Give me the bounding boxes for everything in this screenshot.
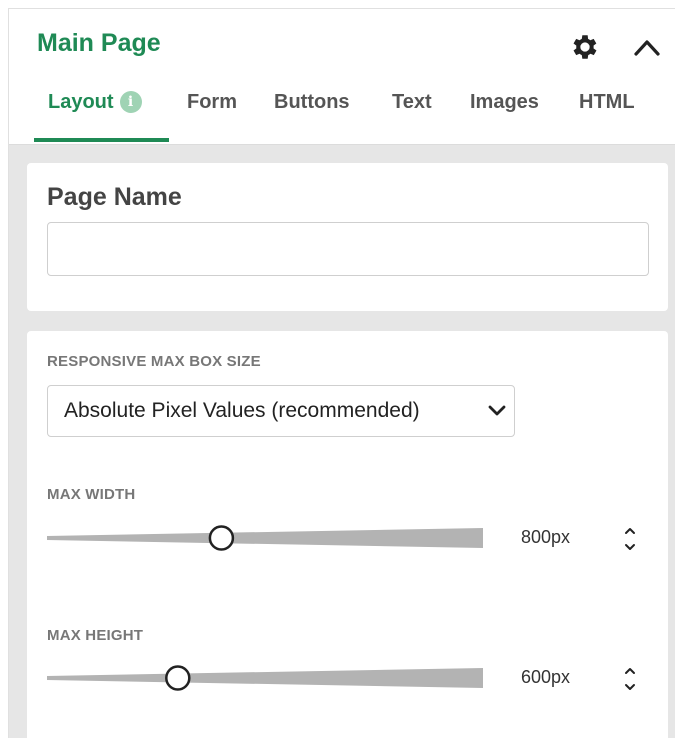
page-name-label: Page Name (47, 183, 182, 211)
max-width-label: MAX WIDTH (47, 486, 136, 503)
page-name-card: Page Name (27, 163, 668, 311)
tab-html[interactable]: HTML (579, 91, 635, 114)
responsive-size-label: RESPONSIVE MAX BOX SIZE (47, 353, 261, 370)
tab-buttons[interactable]: Buttons (274, 91, 350, 114)
max-width-stepper-icon[interactable] (621, 521, 639, 557)
max-height-value: 600px (521, 667, 571, 687)
chevron-up-icon[interactable] (631, 33, 663, 61)
responsive-settings-card: RESPONSIVE MAX BOX SIZE Absolute Pixel V… (27, 331, 668, 738)
max-width-value: 800px (521, 527, 571, 547)
page-settings-panel: Main Page Layout i Form Buttons Text Imag… (8, 8, 675, 738)
active-tab-indicator (34, 138, 169, 142)
page-name-input[interactable] (47, 222, 649, 276)
panel-header: Main Page Layout i Form Buttons Text Imag… (9, 9, 675, 145)
tab-layout[interactable]: Layout i (48, 91, 142, 114)
max-height-slider-track (47, 668, 483, 688)
responsive-size-selected: Absolute Pixel Values (recommended) (64, 399, 420, 422)
info-icon[interactable]: i (119, 91, 142, 113)
max-width-slider-track (47, 528, 483, 548)
tab-form[interactable]: Form (187, 91, 237, 114)
tab-text[interactable]: Text (392, 91, 432, 114)
max-height-slider[interactable] (45, 658, 485, 698)
responsive-size-select[interactable]: Absolute Pixel Values (recommended) (47, 385, 515, 437)
chevron-down-icon (488, 405, 506, 416)
max-height-stepper-icon[interactable] (621, 661, 639, 697)
max-height-slider-thumb[interactable] (165, 665, 191, 691)
max-width-slider-thumb[interactable] (208, 525, 235, 551)
gear-icon[interactable] (569, 31, 601, 63)
max-width-slider[interactable] (45, 518, 485, 558)
tab-images[interactable]: Images (470, 91, 539, 114)
tab-layout-label: Layout (48, 91, 114, 113)
page-title: Main Page (37, 29, 161, 57)
max-height-label: MAX HEIGHT (47, 627, 144, 644)
